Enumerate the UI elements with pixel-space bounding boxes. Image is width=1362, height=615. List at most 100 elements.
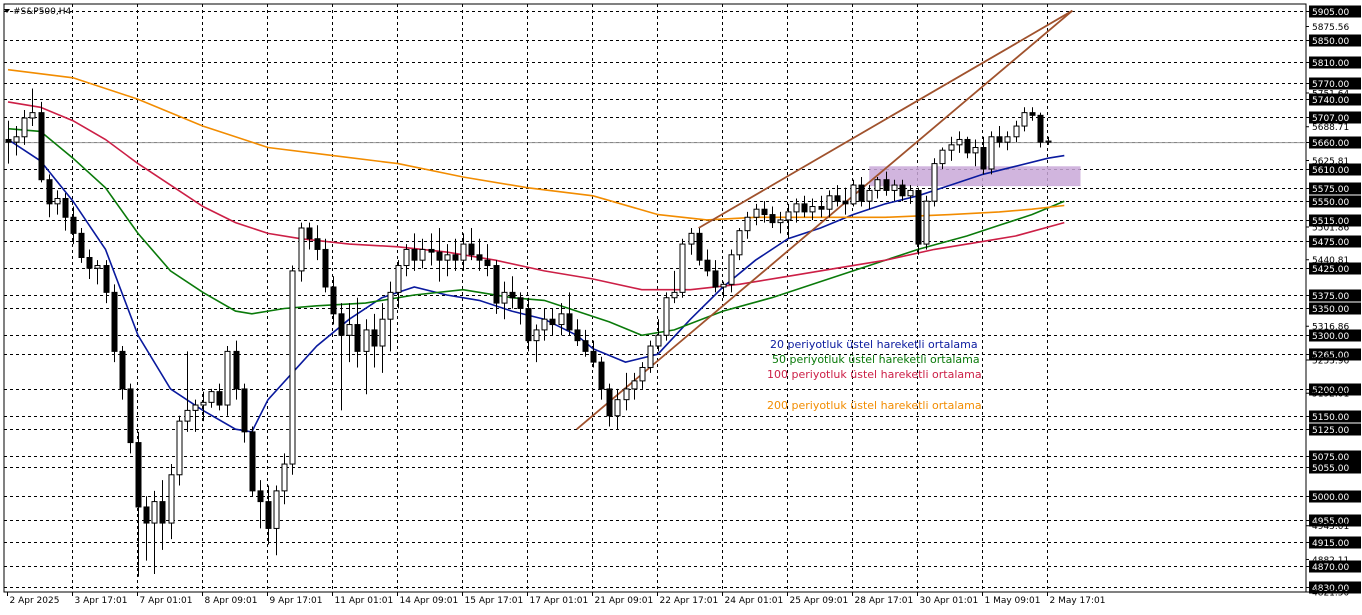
candle — [476, 238, 483, 271]
candle — [931, 158, 938, 207]
candle — [249, 426, 256, 497]
candle-body — [54, 197, 61, 205]
candle-body — [761, 208, 768, 216]
candle-body — [94, 265, 101, 269]
candle-body — [614, 399, 621, 417]
candle — [874, 177, 881, 199]
candle-body — [988, 136, 995, 170]
candle — [208, 388, 215, 408]
x-label: 21 Apr 09:01 — [595, 596, 654, 606]
y-text-label: 4945.01 — [1312, 522, 1349, 532]
candle-body — [818, 206, 825, 210]
candle-body — [371, 329, 378, 347]
candle-body — [379, 318, 386, 347]
candle — [265, 485, 272, 545]
candle — [655, 319, 662, 352]
candle-body — [623, 388, 630, 401]
candle — [590, 340, 597, 368]
x-label: 17 Apr 01:01 — [530, 596, 589, 606]
x-label: 2 May 17:01 — [1050, 596, 1106, 606]
candle — [314, 225, 321, 261]
candle-body — [468, 243, 475, 256]
candle-body — [712, 270, 719, 288]
candle-body — [257, 490, 264, 503]
annotation-ema20: 20 periyotluk üstel hareketli ortalama — [770, 338, 978, 351]
candle — [761, 201, 768, 223]
candle — [842, 187, 849, 215]
candle-body — [939, 149, 946, 165]
y-text-label: 5253.96 — [1312, 356, 1349, 366]
candle-body — [493, 265, 500, 304]
candle-body — [387, 291, 394, 320]
candle — [948, 136, 955, 161]
candle — [224, 346, 231, 416]
candle — [444, 244, 451, 277]
candle-body — [1021, 112, 1028, 127]
y-grid-label: 5300.00 — [1312, 332, 1349, 342]
candle-body — [769, 214, 776, 224]
candle-body — [192, 404, 199, 411]
candle-body — [233, 350, 240, 390]
candle-body — [907, 189, 914, 197]
candle-body — [517, 297, 524, 309]
candle — [996, 126, 1003, 148]
candle-body — [135, 442, 142, 508]
candle-body — [785, 211, 792, 221]
candle-body — [883, 179, 890, 191]
candle — [111, 284, 118, 363]
candle-body — [639, 366, 646, 382]
candle — [793, 198, 800, 223]
candle — [509, 276, 516, 309]
y-grid-label: 5375.00 — [1312, 292, 1349, 302]
candle-body — [330, 286, 337, 315]
candle-body — [566, 313, 573, 331]
ema50-line — [7, 127, 1065, 337]
x-label: 1 May 09:01 — [985, 596, 1041, 606]
candle — [866, 185, 873, 210]
candle — [688, 227, 695, 255]
y-grid-label: 5850.00 — [1312, 37, 1349, 47]
price-chart: 20 periyotluk üstel hareketli ortalama 50… — [0, 0, 1362, 611]
candle — [704, 249, 711, 277]
candle-body — [590, 350, 597, 363]
candle — [549, 308, 556, 336]
candle — [346, 303, 353, 363]
candle-body — [1045, 140, 1052, 143]
candle-body — [354, 324, 361, 352]
candle — [671, 270, 678, 304]
candle-body — [606, 388, 613, 417]
candle-body — [1037, 114, 1044, 143]
candle-body — [168, 474, 175, 524]
candle-body — [38, 112, 45, 181]
candle-body — [411, 248, 418, 261]
annotation-ema50: 50 periyotluk üstel hareketli ortalama — [772, 353, 980, 366]
x-label: 11 Apr 01:01 — [335, 596, 394, 606]
candle — [419, 238, 426, 269]
candle — [184, 351, 191, 432]
candle-body — [801, 203, 808, 213]
candle — [322, 238, 329, 293]
y-text-label: 4882.11 — [1312, 556, 1349, 566]
candle-body — [720, 283, 727, 288]
candle-body — [452, 254, 459, 261]
y-grid-label: 5000.00 — [1312, 493, 1349, 503]
candle — [428, 233, 435, 266]
candle — [736, 227, 743, 261]
y-text-label: 5440.81 — [1312, 256, 1349, 266]
candle-body — [996, 136, 1003, 143]
candle-body — [842, 200, 849, 205]
x-label: 2 Apr 2025 — [10, 596, 60, 606]
candle — [103, 260, 110, 304]
annotation-ema200: 200 periyotluk üstel hareketli ortalama — [767, 399, 982, 412]
candle-body — [103, 265, 110, 293]
candle-body — [395, 265, 402, 293]
candle-body — [736, 230, 743, 256]
candle-body — [501, 291, 508, 304]
candle-body — [826, 195, 833, 210]
candle-body — [176, 420, 183, 476]
candle — [452, 238, 459, 271]
x-label: 14 Apr 09:01 — [400, 596, 459, 606]
candle-body — [899, 184, 906, 197]
candle — [964, 136, 971, 159]
x-label: 28 Apr 17:01 — [855, 596, 914, 606]
